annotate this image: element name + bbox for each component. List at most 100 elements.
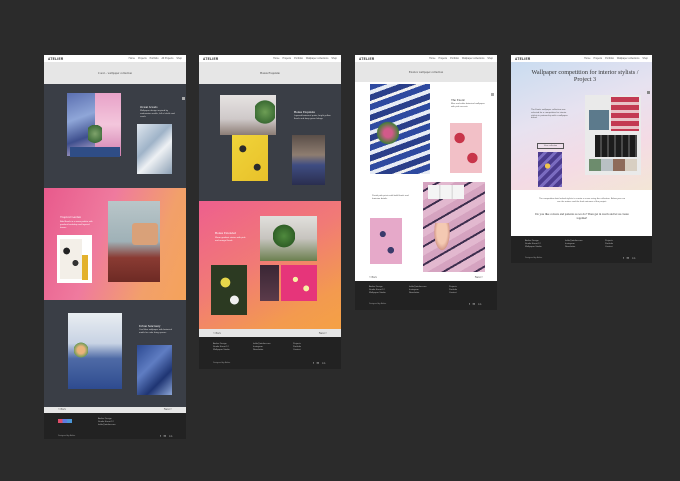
swatches-row — [589, 159, 637, 171]
social-icons[interactable]: f ✉ in — [160, 434, 173, 438]
frames-image — [428, 185, 464, 199]
footer: Atelier Design Studio Street 12 Wallpape… — [355, 281, 497, 310]
pink-floral-sample — [370, 218, 402, 264]
nav-menu: Home Projects Portfolio Wallpaper collec… — [429, 57, 493, 60]
nav-item[interactable]: Home — [429, 57, 435, 60]
footer-link[interactable]: hello@atelier.com — [98, 424, 115, 427]
nav-item[interactable]: Projects — [593, 57, 602, 60]
section-title: Tropical Garden — [60, 215, 81, 219]
powered-by: Designed by Atelier — [369, 303, 387, 305]
section-text: Pastel pink prints with bold florals and… — [372, 195, 409, 200]
page-header: Exotica wallpaper collection — [355, 62, 497, 82]
footer-link[interactable]: Newsletter — [253, 349, 270, 352]
top-nav: ATELIER Home Projects Portfolio Wallpape… — [355, 55, 497, 62]
blue-floral-image — [538, 152, 562, 187]
scroll-arrow-icon[interactable] — [182, 97, 185, 100]
nav-item[interactable]: Portfolio — [605, 57, 614, 60]
wallpaper-sample-image — [137, 124, 172, 174]
section-text: Blue and white botanical wallpaper with … — [451, 103, 485, 108]
mockup-competition-project: ATELIER Home Projects Portfolio Wallpape… — [511, 55, 652, 263]
site-logo[interactable]: ATELIER — [203, 57, 219, 61]
mockup-coral-collection: ATELIER Home Projects Portfolio All Proj… — [44, 55, 186, 439]
footer-col-3: Projects Portfolio Contact — [605, 240, 613, 249]
cushion-image — [132, 223, 158, 245]
footer: Atelier Design Studio Street 12 hello@at… — [44, 413, 186, 439]
sofa-image — [70, 147, 120, 157]
hero-title: Wallpaper competition for interior styli… — [531, 69, 639, 83]
nav-item[interactable]: Shop — [642, 57, 648, 60]
nav-item[interactable]: Wallpaper collections — [617, 57, 640, 60]
section-title: Bonus Extended — [215, 231, 236, 235]
nav-item[interactable]: Portfolio — [294, 57, 303, 60]
dark-interior-image — [292, 135, 325, 185]
dark-tiles-sample — [595, 135, 637, 157]
nav-item[interactable]: Projects — [438, 57, 447, 60]
social-badges[interactable] — [58, 419, 72, 423]
footer-line: Wallpaper Studio — [525, 246, 542, 248]
nav-item[interactable]: Home — [129, 57, 135, 60]
nav-item[interactable]: Projects — [282, 57, 291, 60]
prev-link[interactable]: < Prev — [58, 408, 66, 411]
prev-link[interactable]: < Prev — [213, 331, 221, 335]
site-logo[interactable]: ATELIER — [515, 57, 531, 61]
nav-item[interactable]: Home — [273, 57, 279, 60]
footer-col-2: hello@atelier.com Instagram Newsletter — [565, 240, 582, 249]
section-text: Bold florals in a warm palette with grad… — [60, 221, 93, 229]
prev-link[interactable]: < Prev — [369, 275, 377, 279]
footer-line: Wallpaper Studio — [369, 292, 386, 294]
next-link[interactable]: Next > — [319, 331, 327, 335]
blue-wallpaper-sample — [137, 345, 172, 395]
body-text: The competition brief asked stylists to … — [538, 198, 626, 203]
nav-item[interactable]: Shop — [176, 57, 182, 60]
powered-by: Designed by Atelier — [213, 362, 231, 364]
footer-link[interactable]: Newsletter — [409, 292, 426, 295]
question-text: Do you like colours and patterns as we d… — [535, 212, 629, 220]
social-icons[interactable]: f ✉ in — [469, 302, 482, 306]
footer-col-contact: Atelier Design Studio Street 12 hello@at… — [98, 418, 115, 427]
top-nav: ATELIER Home Projects Portfolio Wallpape… — [511, 55, 652, 62]
scroll-arrow-icon[interactable] — [647, 91, 650, 94]
footer-col-2: hello@atelier.com Instagram Newsletter — [409, 286, 426, 295]
social-icons[interactable]: f ✉ in — [623, 256, 636, 260]
footer-link[interactable]: Contact — [605, 246, 613, 249]
section-title: The Exotic — [451, 98, 466, 102]
powered-by: Designed by Atelier — [525, 257, 543, 259]
top-nav: ATELIER Home Projects Portfolio All Proj… — [44, 55, 186, 62]
nav-item[interactable]: Portfolio — [450, 57, 459, 60]
vase-plant-image — [88, 125, 102, 147]
page-header: Bonus Exquisite — [199, 62, 341, 84]
plant-image — [255, 100, 275, 130]
next-link[interactable]: Next > — [475, 275, 483, 279]
mockup-bonus-collection: ATELIER Home Projects Portfolio Wallpape… — [199, 55, 341, 369]
page-header: Coral – wallpaper collection — [44, 62, 186, 84]
footer-col-2: hello@atelier.com Instagram Newsletter — [253, 343, 270, 352]
scroll-arrow-icon[interactable] — [491, 93, 494, 96]
site-logo[interactable]: ATELIER — [48, 57, 64, 61]
site-logo[interactable]: ATELIER — [359, 57, 375, 61]
floral-sample-dark — [211, 265, 247, 315]
leaf-print-inner — [60, 239, 82, 279]
footer: Atelier Design Studio Street 12 Wallpape… — [199, 337, 341, 369]
footer-col-3: Projects Portfolio Contact — [293, 343, 301, 352]
social-icons[interactable]: f ✉ in — [313, 361, 326, 365]
footer-col-1: Atelier Design Studio Street 12 Wallpape… — [525, 240, 542, 249]
footer-link[interactable]: Newsletter — [565, 246, 582, 249]
green-sample — [589, 110, 609, 130]
nav-item[interactable]: Shop — [331, 57, 337, 60]
nav-menu: Home Projects Portfolio Wallpaper collec… — [273, 57, 337, 60]
nav-item[interactable]: Home — [584, 57, 590, 60]
page-title: Coral – wallpaper collection — [97, 71, 133, 75]
nav-item[interactable]: Portfolio — [150, 57, 159, 60]
next-link[interactable]: Next > — [164, 408, 172, 411]
nav-item[interactable]: Wallpaper collections — [306, 57, 329, 60]
footer-link[interactable]: Contact — [293, 349, 301, 352]
top-nav: ATELIER Home Projects Portfolio Wallpape… — [199, 55, 341, 62]
footer-col-1: Atelier Design Studio Street 12 Wallpape… — [369, 286, 386, 295]
view-collection-button[interactable]: View collection — [537, 143, 564, 149]
nav-item[interactable]: Projects — [138, 57, 147, 60]
nav-item[interactable]: Wallpaper collections — [462, 57, 485, 60]
nav-item[interactable]: All Projects — [161, 57, 173, 60]
pink-pattern-sample — [450, 123, 482, 173]
nav-item[interactable]: Shop — [487, 57, 493, 60]
footer-link[interactable]: Contact — [449, 292, 457, 295]
